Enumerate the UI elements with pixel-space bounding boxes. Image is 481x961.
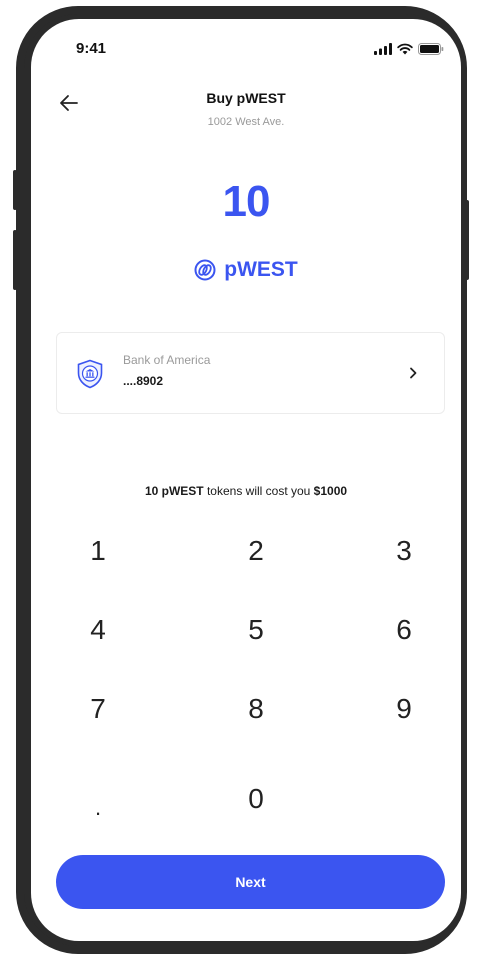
cost-price: $1000 <box>313 484 348 498</box>
cost-text: tokens will cost you <box>203 484 314 498</box>
bank-account-selector[interactable]: Bank of America ....8902 <box>56 332 445 414</box>
token-label: pWEST <box>224 258 298 281</box>
keypad-key-7[interactable]: 7 <box>43 680 153 738</box>
chevron-right-icon <box>410 367 417 379</box>
status-icons <box>374 43 444 55</box>
wifi-icon <box>397 43 413 55</box>
bank-account-number: ....8902 <box>123 374 164 388</box>
phone-screen: 9:41 Buy pWEST 1002 West Ave. 10 pWEST B… <box>31 19 461 941</box>
bank-name: Bank of America <box>123 353 211 367</box>
keypad-key-0[interactable]: 0 <box>201 770 311 828</box>
keypad-key-9[interactable]: 9 <box>349 680 459 738</box>
keypad-key-3[interactable]: 3 <box>349 522 459 580</box>
keypad-key-4[interactable]: 4 <box>43 601 153 659</box>
keypad-key-1[interactable]: 1 <box>43 522 153 580</box>
keypad-key-6[interactable]: 6 <box>349 601 459 659</box>
pwest-token-icon <box>194 259 216 281</box>
battery-icon <box>418 43 444 55</box>
phone-side-button-right <box>465 200 469 280</box>
keypad-key-decimal[interactable]: . <box>43 769 153 827</box>
next-button[interactable]: Next <box>56 855 445 909</box>
status-time: 9:41 <box>76 40 107 57</box>
keypad-key-8[interactable]: 8 <box>201 680 311 738</box>
cost-summary: 10 pWEST tokens will cost you $1000 <box>31 484 461 498</box>
bank-shield-icon <box>77 359 103 389</box>
amount-value: 10 <box>222 177 271 226</box>
keypad-key-5[interactable]: 5 <box>201 601 311 659</box>
page-title: Buy pWEST <box>206 90 286 106</box>
cost-token-amount: 10 pWEST <box>144 484 204 498</box>
token-label-row: pWEST <box>31 258 461 282</box>
phone-side-button-left-2 <box>13 230 17 290</box>
signal-icon <box>374 43 392 55</box>
phone-side-button-left <box>13 170 17 210</box>
keypad-key-2[interactable]: 2 <box>201 522 311 580</box>
page-subtitle: 1002 West Ave. <box>207 116 285 128</box>
